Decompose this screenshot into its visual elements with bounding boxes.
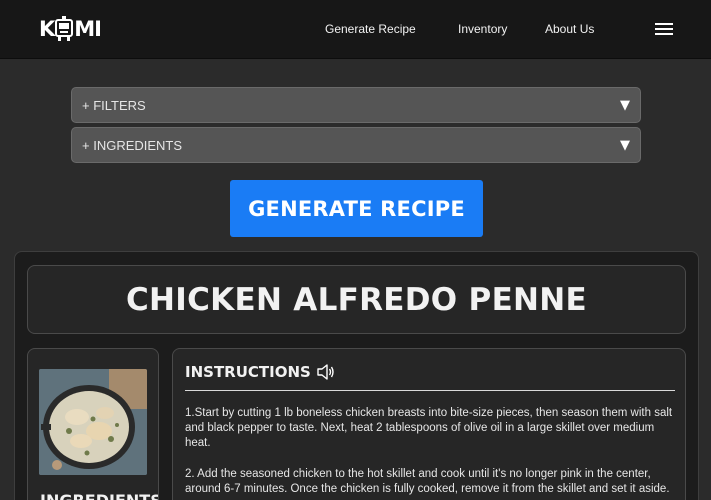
triangle-down-icon: ▼ bbox=[620, 137, 630, 153]
instructions-panel: INSTRUCTIONS 1.Start by cutting 1 lb bon… bbox=[172, 348, 686, 500]
ingredients-panel: INGREDIENTS bbox=[27, 348, 159, 500]
ingredients-heading: INGREDIENTS bbox=[40, 491, 158, 500]
filters-dropdown[interactable]: + FILTERS ▼ bbox=[71, 87, 641, 123]
instruction-step: 2. Add the seasoned chicken to the hot s… bbox=[185, 468, 670, 495]
recipe-title: CHICKEN ALFREDO PENNE bbox=[125, 281, 588, 318]
filters-label: + FILTERS bbox=[82, 97, 146, 113]
triangle-down-icon: ▼ bbox=[620, 97, 630, 113]
logo-text-left: K bbox=[39, 17, 55, 41]
navbar: K MI Generate Recipe Inventory About Us bbox=[0, 0, 711, 59]
instructions-divider bbox=[185, 390, 675, 391]
instructions-header: INSTRUCTIONS bbox=[185, 363, 335, 381]
nav-generate-recipe[interactable]: Generate Recipe bbox=[325, 22, 416, 36]
nav-inventory[interactable]: Inventory bbox=[458, 22, 507, 36]
logo[interactable]: K MI bbox=[39, 14, 102, 44]
nav-about-us[interactable]: About Us bbox=[545, 22, 594, 36]
ingredients-label: + INGREDIENTS bbox=[82, 137, 183, 153]
logo-text-right: MI bbox=[74, 17, 102, 41]
ingredients-dropdown[interactable]: + INGREDIENTS ▼ bbox=[71, 127, 641, 163]
instructions-heading: INSTRUCTIONS bbox=[185, 363, 311, 381]
generate-recipe-button[interactable]: GENERATE RECIPE bbox=[230, 180, 483, 237]
recipe-title-box: CHICKEN ALFREDO PENNE bbox=[27, 265, 686, 334]
speaker-icon[interactable] bbox=[317, 364, 335, 380]
robot-logo-icon bbox=[55, 16, 74, 41]
instruction-step: 1.Start by cutting 1 lb boneless chicken… bbox=[185, 407, 673, 449]
recipe-image bbox=[39, 369, 147, 475]
hamburger-icon[interactable] bbox=[655, 23, 673, 35]
